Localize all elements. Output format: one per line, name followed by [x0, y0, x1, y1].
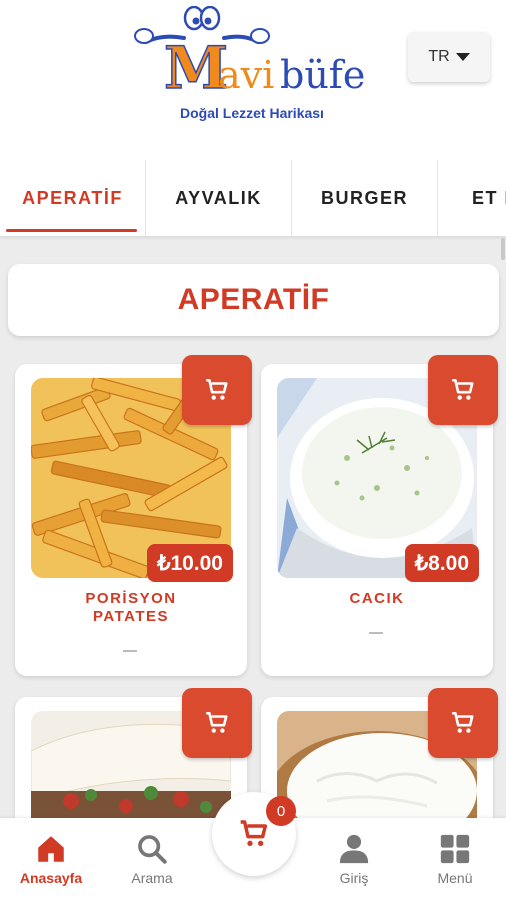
tab-label: AYVALIK: [175, 187, 262, 208]
tab-label: ET DÖNER: [472, 187, 506, 208]
product-price: ₺10.00: [147, 544, 233, 582]
nav-home-label: Anasayfa: [19, 870, 83, 886]
svg-text:Doğal Lezzet Harikası: Doğal Lezzet Harikası: [180, 105, 324, 121]
add-to-cart-button[interactable]: [428, 355, 498, 425]
language-label: TR: [428, 48, 450, 65]
brand-logo[interactable]: M avi büfe Doğal Lezzet Harikası: [132, 6, 377, 126]
nav-search-label: Arama: [131, 870, 173, 886]
nav-search[interactable]: Arama: [107, 832, 197, 886]
add-to-cart-button[interactable]: [182, 688, 252, 758]
cart-icon: [206, 711, 228, 733]
cart-icon: [206, 378, 228, 400]
tab-burger[interactable]: BURGER: [292, 160, 438, 236]
add-to-cart-button[interactable]: [428, 688, 498, 758]
cart-icon: [452, 378, 474, 400]
grid-icon: [440, 834, 470, 864]
svg-text:büfe: büfe: [280, 53, 365, 97]
cart-icon: [240, 820, 268, 846]
app-header: M avi büfe Doğal Lezzet Harikası TR: [0, 0, 506, 160]
tab-et-doner[interactable]: ET DÖNER: [438, 160, 506, 236]
product-price: ₺8.00: [404, 544, 479, 582]
section-title: APERATİF: [8, 264, 499, 336]
language-selector[interactable]: TR: [408, 32, 490, 82]
search-icon: [138, 835, 167, 864]
product-name: CACIK: [349, 590, 405, 607]
user-icon: [339, 834, 369, 864]
caret-down-icon: [455, 53, 470, 61]
nav-login-label: Giriş: [339, 870, 369, 886]
category-tabs: APERATİF AYVALIK BURGER ET DÖNER: [0, 160, 506, 236]
product-name: PORİSYON PATATES: [85, 590, 177, 625]
nav-home[interactable]: Anasayfa: [6, 832, 96, 886]
product-description-placeholder: [369, 632, 383, 634]
cart-count-badge: 0: [266, 796, 296, 826]
add-to-cart-button[interactable]: [182, 355, 252, 425]
mavi-bufe-logo: M avi büfe Doğal Lezzet Harikası: [134, 6, 365, 121]
tab-label: APERATİF: [22, 187, 123, 208]
tab-label: BURGER: [320, 187, 408, 208]
nav-menu[interactable]: Menü: [410, 832, 500, 886]
tab-ayvalik[interactable]: AYVALIK: [146, 160, 292, 236]
home-icon: [38, 836, 64, 862]
cart-icon: [452, 711, 474, 733]
product-description-placeholder: [123, 650, 137, 652]
nav-login[interactable]: Giriş: [309, 832, 399, 886]
svg-text:avi: avi: [218, 53, 274, 97]
scrollbar-thumb[interactable]: [501, 238, 505, 260]
nav-menu-label: Menü: [437, 870, 473, 886]
tab-aperatif[interactable]: APERATİF: [0, 160, 146, 236]
